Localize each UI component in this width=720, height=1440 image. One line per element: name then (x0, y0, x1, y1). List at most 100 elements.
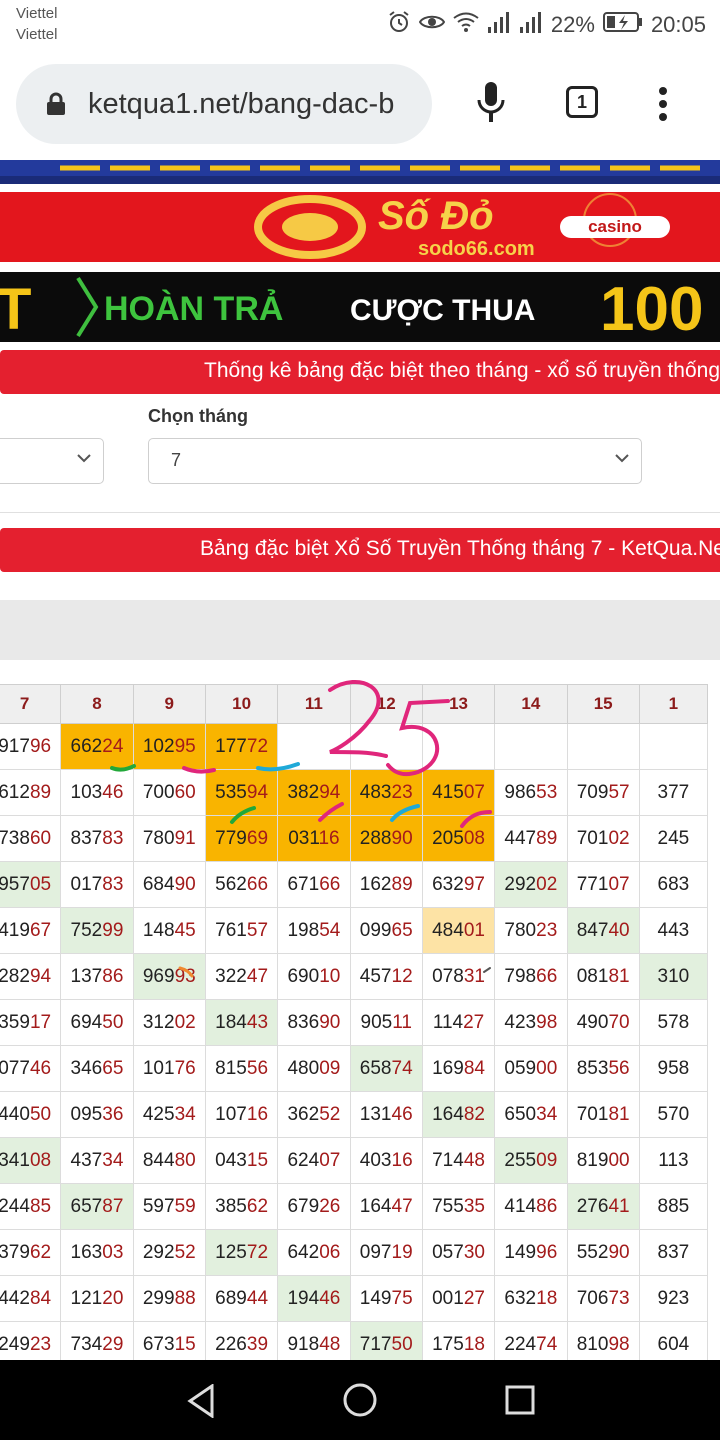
result-tail: 99 (102, 919, 124, 941)
clock-time: 20:05 (650, 12, 706, 37)
result-tail: 07 (463, 781, 485, 803)
result-tail: 34 (536, 1103, 558, 1125)
result-prefix: 798 (504, 965, 537, 987)
column-header: 14 (494, 684, 568, 724)
result-cell: 958 (638, 1045, 709, 1092)
result-tail: 84 (29, 1287, 52, 1309)
result-cell: 16984 (421, 1045, 496, 1092)
month-label: Chọn tháng (148, 406, 248, 426)
column-header: 8 (60, 684, 134, 724)
month-select[interactable]: 7 (148, 438, 642, 484)
result-tail: 09 (536, 1149, 558, 1171)
ad-banner-sodo[interactable]: Số Đỏ casino sodo66.com (0, 192, 720, 262)
result-tail: 07 (608, 873, 630, 895)
result-tail: 94 (246, 781, 269, 803)
result-prefix: 780 (142, 827, 175, 849)
result-tail: 60 (174, 781, 196, 803)
table-row: 73860 83783 78091 77969 03116 28890 20508 44789… (0, 815, 709, 862)
result-prefix: 552 (576, 1241, 609, 1263)
result-prefix: 102 (142, 735, 175, 757)
result-cell: 16303 (60, 1229, 134, 1276)
result-cell: 77969 (204, 815, 279, 862)
result-tail: 09 (319, 1057, 341, 1079)
result-prefix: 490 (576, 1011, 609, 1033)
tab-switcher-button[interactable]: 1 (566, 86, 598, 118)
result-cell: 17518 (421, 1321, 496, 1360)
result-cell: 00127 (421, 1275, 496, 1322)
result-cell: 91848 (277, 1321, 351, 1360)
result-tail: 15 (174, 1333, 196, 1355)
result-cell: 77107 (566, 861, 640, 908)
result-prefix: 137 (70, 965, 103, 987)
back-icon[interactable] (186, 1384, 216, 1418)
result-cell: 96993 (132, 953, 206, 1000)
result-prefix: 282 (0, 965, 30, 987)
result-tail: 52 (174, 1241, 196, 1263)
address-bar[interactable]: ketqua1.net/bang-dac-b (16, 64, 432, 144)
result-prefix: 149 (504, 1241, 537, 1263)
result-prefix: 700 (142, 781, 175, 803)
result-cell: 83783 (60, 815, 134, 862)
result-cell: 25509 (494, 1137, 568, 1184)
home-icon[interactable] (342, 1382, 378, 1418)
result-prefix: 125 (215, 1241, 247, 1263)
promo-left-text: T (0, 277, 32, 342)
recents-icon[interactable] (504, 1384, 536, 1416)
result-tail: 91 (174, 827, 196, 849)
result-tail: 23 (391, 781, 413, 803)
result-tail: 59 (174, 1195, 196, 1217)
result-prefix: 709 (576, 781, 609, 803)
ad-banner-promo[interactable]: T HOÀN TRẢ CƯỢC THUA 100 (0, 272, 720, 342)
result-tail: 66 (319, 873, 341, 895)
result-tail: 53 (536, 781, 558, 803)
result-prefix: 194 (287, 1287, 320, 1309)
result-tail: 54 (319, 919, 341, 941)
result-tail: 00 (536, 1057, 558, 1079)
result-prefix: 175 (432, 1333, 464, 1355)
result-tail: 74 (391, 1057, 413, 1079)
result-prefix: 779 (215, 827, 247, 849)
result-tail: 05 (29, 873, 52, 895)
ad-banner-top[interactable] (0, 160, 720, 184)
result-prefix: 043 (215, 1149, 247, 1171)
result-prefix: 657 (70, 1195, 103, 1217)
result-prefix: 752 (70, 919, 103, 941)
result-prefix: 107 (215, 1103, 247, 1125)
carrier-name-secondary: Viettel (16, 26, 58, 43)
result-cell: 35917 (0, 999, 62, 1046)
result-cell: 81556 (204, 1045, 279, 1092)
result-prefix: 114 (432, 1011, 464, 1033)
microphone-icon[interactable] (476, 80, 506, 124)
result-prefix: 131 (359, 1103, 392, 1125)
result-tail: 90 (319, 1011, 341, 1033)
result-tail: 90 (391, 827, 413, 849)
result-prefix: 425 (142, 1103, 175, 1125)
result-prefix: 612 (0, 781, 30, 803)
result-cell: 70673 (566, 1275, 640, 1322)
result-prefix: 423 (504, 1011, 537, 1033)
sodo-brand: Số Đỏ (378, 194, 494, 238)
result-cell: 48323 (349, 769, 423, 816)
promo-right-text: 100 (600, 275, 704, 342)
result-tail: 29 (102, 1333, 124, 1355)
result-tail: 36 (102, 1103, 124, 1125)
result-tail: 18 (463, 1333, 485, 1355)
url-text[interactable]: ketqua1.net/bang-dac-b (88, 88, 428, 121)
result-prefix: 701 (576, 827, 609, 849)
result-prefix: 292 (142, 1241, 175, 1263)
result-prefix: 755 (432, 1195, 464, 1217)
year-select[interactable] (0, 438, 104, 484)
result-prefix: 701 (576, 1103, 609, 1125)
result-tail: 65 (391, 919, 413, 941)
result-tail: 62 (246, 1195, 269, 1217)
chevron-down-icon (77, 454, 91, 463)
status-bar: Viettel Viettel 22% 20:05 (0, 0, 720, 50)
result-cell: 65034 (494, 1091, 568, 1138)
result-cell: 29202 (494, 861, 568, 908)
result-tail: 17 (29, 1011, 52, 1033)
result-cell (277, 723, 351, 770)
result-prefix: 341 (0, 1149, 30, 1171)
result-cell: 18443 (204, 999, 279, 1046)
result-cell: 885 (638, 1183, 709, 1230)
more-menu-icon[interactable] (656, 86, 670, 122)
